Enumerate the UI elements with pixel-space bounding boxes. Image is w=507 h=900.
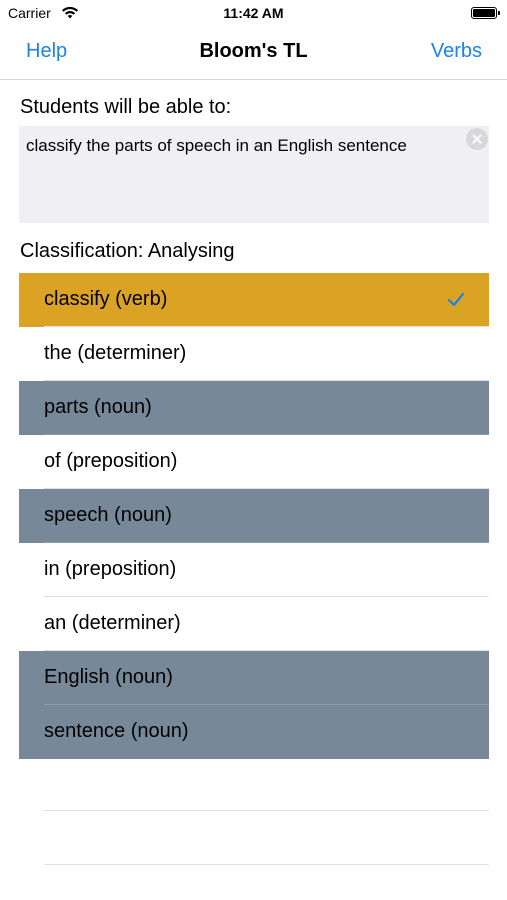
list-item[interactable]: parts (noun)	[19, 381, 489, 435]
word-label: in (preposition)	[44, 558, 177, 580]
classification-label: Classification: Analysing	[20, 240, 235, 262]
objective-heading: Students will be able to:	[20, 96, 232, 118]
objective-text-field[interactable]: classify the parts of speech in an Engli…	[19, 126, 489, 223]
empty-row-separator	[44, 864, 489, 865]
list-item[interactable]: speech (noun)	[19, 489, 489, 543]
status-time: 11:42 AM	[223, 5, 284, 21]
list-item[interactable]: English (noun)	[19, 651, 489, 705]
navigation-bar: Help Bloom's TL Verbs	[0, 28, 507, 80]
clear-icon[interactable]	[466, 128, 488, 150]
word-label: the (determiner)	[44, 342, 187, 364]
word-label: speech (noun)	[44, 504, 172, 526]
list-item[interactable]: an (determiner)	[19, 597, 489, 651]
word-label: parts (noun)	[44, 396, 152, 418]
list-item[interactable]: the (determiner)	[19, 327, 489, 381]
word-label: an (determiner)	[44, 612, 181, 634]
word-label: English (noun)	[44, 666, 173, 688]
word-list: classify (verb) the (determiner) parts (…	[19, 273, 489, 759]
empty-row-separator	[44, 810, 489, 811]
word-label: classify (verb)	[44, 288, 168, 310]
word-label: of (preposition)	[44, 450, 178, 472]
battery-icon	[471, 7, 500, 19]
list-item[interactable]: in (preposition)	[19, 543, 489, 597]
checkmark-icon	[447, 292, 465, 307]
verbs-button[interactable]: Verbs	[431, 40, 482, 63]
list-item[interactable]: of (preposition)	[19, 435, 489, 489]
list-item[interactable]: classify (verb)	[19, 273, 489, 327]
objective-text: classify the parts of speech in an Engli…	[26, 136, 407, 155]
word-label: sentence (noun)	[44, 720, 189, 742]
list-item[interactable]: sentence (noun)	[19, 705, 489, 759]
status-bar: Carrier 11:42 AM	[0, 0, 507, 28]
